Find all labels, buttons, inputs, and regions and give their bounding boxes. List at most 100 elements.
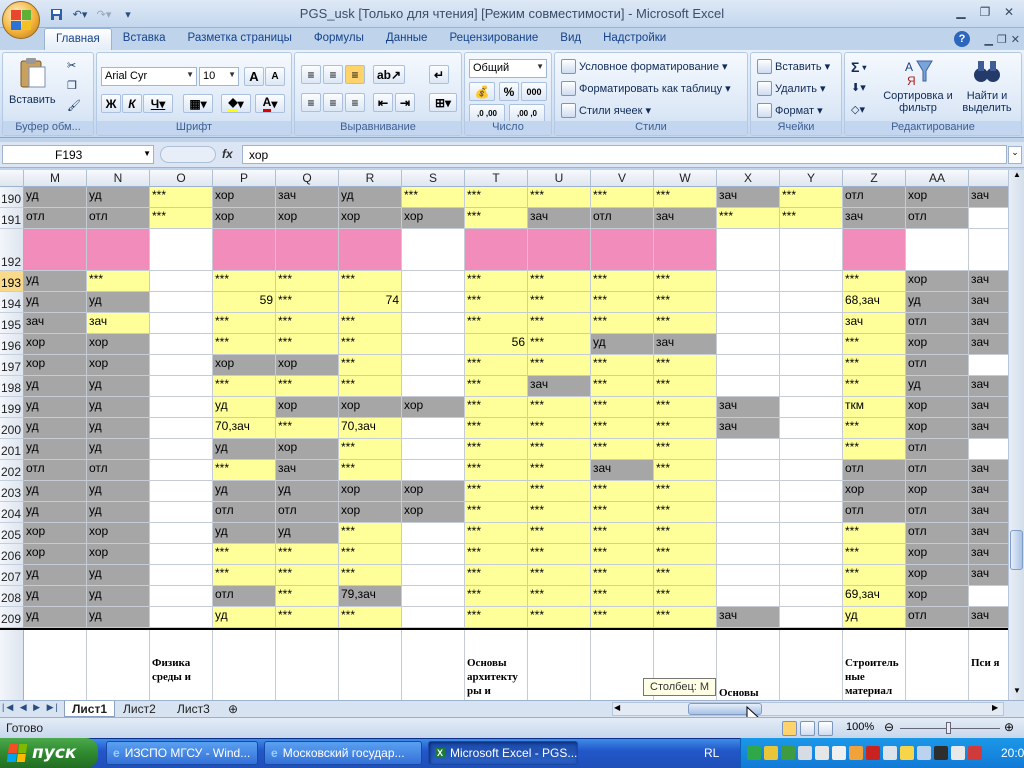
cell[interactable]: *** (528, 544, 591, 565)
cell[interactable]: *** (528, 355, 591, 376)
cell[interactable] (402, 544, 465, 565)
cell[interactable] (717, 229, 780, 271)
cell[interactable]: уд (24, 481, 87, 502)
cell[interactable]: отл (843, 502, 906, 523)
cell[interactable]: *** (843, 334, 906, 355)
cell[interactable]: отл (906, 607, 969, 628)
column-header-u[interactable]: U (528, 170, 591, 187)
sheet-navigation-icons[interactable]: |◀ ◀ ▶ ▶| (2, 702, 60, 713)
cell[interactable]: зач (969, 481, 1008, 502)
cell[interactable]: уд (24, 271, 87, 292)
cell[interactable]: *** (465, 481, 528, 502)
cell[interactable] (780, 376, 843, 397)
tray-icon-6[interactable] (832, 746, 846, 760)
cell[interactable] (402, 630, 465, 700)
cell[interactable] (402, 334, 465, 355)
cell[interactable]: *** (528, 523, 591, 544)
row-header[interactable]: 196 (0, 334, 24, 355)
cell[interactable]: хор (87, 334, 150, 355)
cell[interactable]: зач (654, 334, 717, 355)
vertical-scrollbar[interactable]: ▲ ▼ (1008, 170, 1024, 700)
cell[interactable]: *** (591, 565, 654, 586)
increase-indent-icon[interactable]: ⇥ (395, 93, 415, 112)
cell[interactable]: зач (528, 376, 591, 397)
cell[interactable]: *** (528, 586, 591, 607)
cell[interactable]: уд (906, 292, 969, 313)
cell[interactable] (780, 271, 843, 292)
cell[interactable]: *** (465, 544, 528, 565)
cell[interactable] (843, 229, 906, 271)
insert-sheet-icon[interactable]: ⊕ (224, 701, 242, 717)
cell[interactable] (717, 439, 780, 460)
workbook-close-button[interactable]: ✕ (1011, 33, 1020, 46)
cell[interactable] (402, 292, 465, 313)
workbook-minimize-button[interactable]: ▁ (984, 33, 992, 46)
cell[interactable]: *** (591, 292, 654, 313)
row-header[interactable]: 197 (0, 355, 24, 376)
cell[interactable]: зач (969, 418, 1008, 439)
cell[interactable]: отл (213, 502, 276, 523)
cell[interactable]: *** (654, 607, 717, 628)
cell[interactable]: хор (276, 439, 339, 460)
cell[interactable]: уд (24, 586, 87, 607)
scroll-up-icon[interactable]: ▲ (1010, 170, 1024, 184)
cell[interactable]: *** (654, 544, 717, 565)
cell[interactable] (780, 586, 843, 607)
underline-button[interactable]: Ч ▾ (143, 94, 173, 113)
cell[interactable]: *** (339, 334, 402, 355)
fill-icon[interactable]: ⬇▾ (851, 81, 866, 94)
cell[interactable]: *** (591, 586, 654, 607)
column-header-p[interactable]: P (213, 170, 276, 187)
cell[interactable]: отл (906, 208, 969, 229)
row-header[interactable]: 207 (0, 565, 24, 586)
cell[interactable]: хор (906, 187, 969, 208)
cell[interactable]: отл (24, 460, 87, 481)
row-header[interactable]: 201 (0, 439, 24, 460)
cell[interactable]: *** (591, 355, 654, 376)
cell[interactable]: *** (654, 397, 717, 418)
cell[interactable] (150, 607, 213, 628)
cell[interactable] (402, 586, 465, 607)
cell[interactable] (780, 418, 843, 439)
cell[interactable]: уд (24, 376, 87, 397)
zoom-in-icon[interactable]: ⊕ (1004, 720, 1014, 734)
cell[interactable]: уд (24, 502, 87, 523)
cell[interactable]: *** (213, 334, 276, 355)
cell[interactable] (24, 229, 87, 271)
cell[interactable] (969, 229, 1008, 271)
format-cells-button[interactable]: Формат ▾ (757, 103, 823, 118)
cell[interactable]: зач (87, 313, 150, 334)
sheet-tab-3[interactable]: Лист3 (170, 701, 217, 717)
cell[interactable]: *** (591, 439, 654, 460)
cell[interactable]: *** (654, 313, 717, 334)
cell[interactable]: зач (969, 187, 1008, 208)
tab-home[interactable]: Главная (44, 28, 112, 50)
cell[interactable]: *** (654, 292, 717, 313)
decrease-indent-icon[interactable]: ⇤ (373, 93, 393, 112)
zoom-out-icon[interactable]: ⊖ (884, 720, 894, 734)
cell[interactable]: *** (591, 187, 654, 208)
wrap-text-icon[interactable]: ↵ (429, 65, 449, 84)
cell[interactable]: *** (717, 208, 780, 229)
shrink-font-button[interactable]: A (265, 67, 285, 86)
cell[interactable] (780, 334, 843, 355)
cell[interactable]: *** (843, 523, 906, 544)
orientation-icon[interactable]: ab↗ (373, 65, 405, 84)
font-size-select[interactable]: 10 ▼ (199, 67, 239, 86)
cell[interactable]: 70,зач (213, 418, 276, 439)
cell[interactable]: отл (24, 208, 87, 229)
cell[interactable]: *** (213, 544, 276, 565)
cell[interactable] (969, 439, 1008, 460)
cell[interactable]: *** (276, 271, 339, 292)
tab-page-layout[interactable]: Разметка страницы (177, 28, 303, 50)
cell[interactable]: *** (528, 502, 591, 523)
cell[interactable] (717, 334, 780, 355)
language-indicator[interactable]: RL (704, 746, 719, 760)
cell[interactable]: *** (213, 565, 276, 586)
tab-data[interactable]: Данные (375, 28, 439, 50)
cell[interactable] (150, 355, 213, 376)
cell[interactable] (717, 481, 780, 502)
cell[interactable]: *** (87, 271, 150, 292)
cell[interactable] (150, 271, 213, 292)
cell[interactable]: зач (969, 271, 1008, 292)
